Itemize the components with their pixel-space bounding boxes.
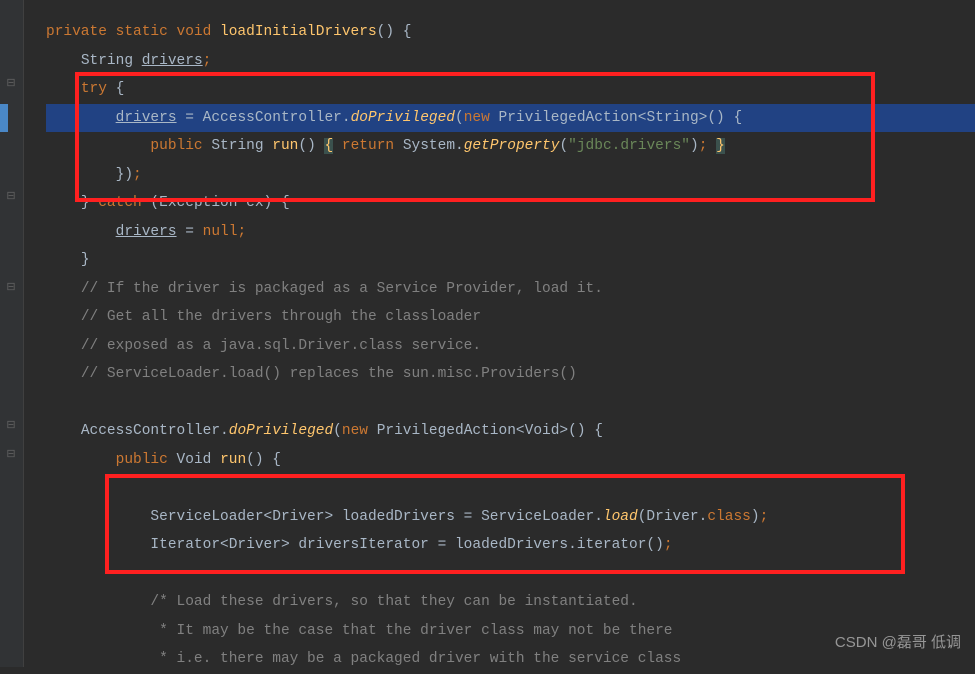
code-line: private static void loadInitialDrivers()… xyxy=(46,18,975,47)
code-line xyxy=(46,389,975,418)
gutter-fold-icon[interactable]: ⊟ xyxy=(2,278,20,299)
code-line xyxy=(46,560,975,589)
code-line-highlighted: drivers = AccessController.doPrivileged(… xyxy=(46,104,975,133)
code-line: // exposed as a java.sql.Driver.class se… xyxy=(46,332,975,361)
gutter-fold-icon[interactable]: ⊟ xyxy=(2,416,20,437)
code-editor[interactable]: private static void loadInitialDrivers()… xyxy=(0,0,975,674)
code-line: public Void run() { xyxy=(46,446,975,475)
code-line: } xyxy=(46,246,975,275)
code-line: /* Load these drivers, so that they can … xyxy=(46,588,975,617)
code-line: try { xyxy=(46,75,975,104)
gutter-fold-icon[interactable]: ⊟ xyxy=(2,74,20,95)
code-line: AccessController.doPrivileged(new Privil… xyxy=(46,417,975,446)
code-line: drivers = null; xyxy=(46,218,975,247)
code-line: }); xyxy=(46,161,975,190)
code-line: } catch (Exception ex) { xyxy=(46,189,975,218)
code-line xyxy=(46,474,975,503)
gutter-fold-icon[interactable]: ⊟ xyxy=(2,187,20,208)
code-line: public String run() { return System.getP… xyxy=(46,132,975,161)
code-line: Iterator<Driver> driversIterator = loade… xyxy=(46,531,975,560)
code-line: String drivers; xyxy=(46,47,975,76)
gutter-fold-icon[interactable]: ⊟ xyxy=(2,445,20,466)
editor-gutter: ⊟ ⊟ ⊟ ⊟ ⊟ xyxy=(0,0,24,667)
code-line: // Get all the drivers through the class… xyxy=(46,303,975,332)
watermark: CSDN @磊哥 低调 xyxy=(835,628,961,657)
code-line: // If the driver is packaged as a Servic… xyxy=(46,275,975,304)
code-line: ServiceLoader<Driver> loadedDrivers = Se… xyxy=(46,503,975,532)
code-line: // ServiceLoader.load() replaces the sun… xyxy=(46,360,975,389)
